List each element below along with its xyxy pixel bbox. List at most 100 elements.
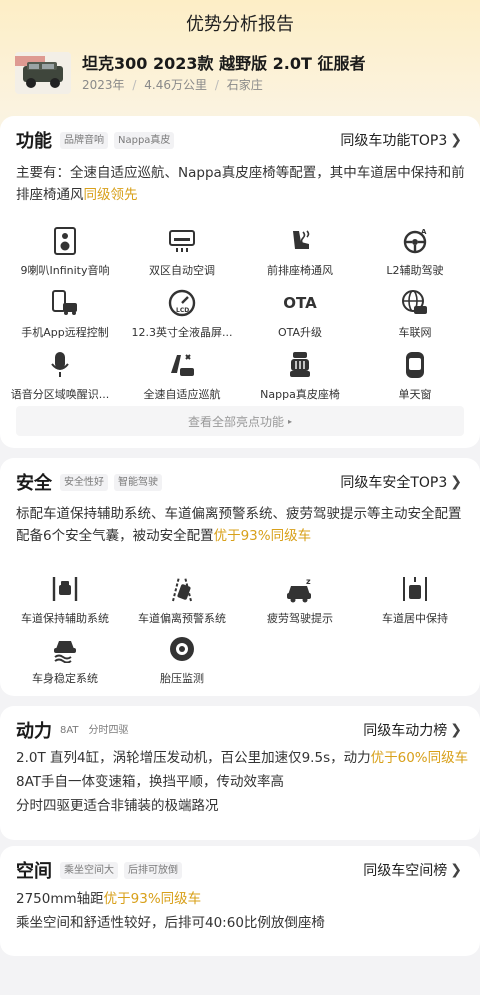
feature-item[interactable]: 全速自适应巡航 xyxy=(122,350,242,402)
power-line-text: 2.0T 直列4缸，涡轮增压发动机，百公里加速仅9.5s，动力 xyxy=(16,750,371,766)
feature-item[interactable]: 手机App远程控制 xyxy=(5,288,125,340)
lane-keep-icon xyxy=(50,574,80,604)
sunroof-icon xyxy=(400,350,430,380)
globe-car-icon xyxy=(400,288,430,318)
safety-rank-label: 同级车安全TOP3 xyxy=(340,475,448,491)
car-thumbnail[interactable] xyxy=(15,52,71,94)
function-rank-link[interactable]: 同级车功能TOP3 ❯ xyxy=(340,130,462,150)
svg-text:A: A xyxy=(421,228,427,236)
power-title: 动力 xyxy=(16,721,52,742)
car-year: 2023年 xyxy=(82,78,125,92)
safety-item[interactable]: z 疲劳驾驶提示 xyxy=(240,574,360,626)
leather-seat-icon xyxy=(285,350,315,380)
power-rank-label: 同级车动力榜 xyxy=(363,723,448,739)
feature-item[interactable]: 单天窗 xyxy=(355,350,475,402)
feature-label: OTA升级 xyxy=(277,326,323,339)
function-summary: 主要有：全速自适应巡航、Nappa真皮座椅等配置，其中车道居中保持和前排座椅通风… xyxy=(16,162,466,206)
power-rank-link[interactable]: 同级车动力榜 ❯ xyxy=(363,720,462,740)
safety-title: 安全 xyxy=(16,473,52,494)
phone-car-icon xyxy=(50,288,80,318)
feature-label: 9喇叭Infinity音响 xyxy=(20,264,110,277)
feature-label: 车联网 xyxy=(398,326,432,339)
function-tag: Nappa真皮 xyxy=(114,131,175,149)
power-line: 2.0T 直列4缸，涡轮增压发动机，百公里加速仅9.5s，动力优于60%同级车 xyxy=(16,746,468,770)
chevron-right-icon: ❯ xyxy=(450,862,462,878)
safety-label: 车道偏离预警系统 xyxy=(138,612,226,625)
safety-tag: 智能驾驶 xyxy=(114,473,162,491)
space-highlight: 优于93%同级车 xyxy=(103,891,202,907)
stability-icon xyxy=(50,634,80,664)
safety-card: 安全 安全性好 智能驾驶 同级车安全TOP3 ❯ 标配车道保持辅助系统、车道偏离… xyxy=(0,458,480,696)
space-card: 空间 乘坐空间大 后排可放倒 同级车空间榜 ❯ 2750mm轴距优于93%同级车… xyxy=(0,846,480,956)
safety-rank-link[interactable]: 同级车安全TOP3 ❯ xyxy=(340,472,462,492)
feature-item[interactable]: 9喇叭Infinity音响 xyxy=(5,226,125,278)
car-mileage: 4.46万公里 xyxy=(144,78,207,92)
function-title: 功能 xyxy=(16,131,52,152)
space-rank-label: 同级车空间榜 xyxy=(363,863,448,879)
fatigue-icon: z xyxy=(285,574,315,604)
space-header: 空间 乘坐空间大 后排可放倒 xyxy=(16,858,188,882)
feature-item[interactable]: 车联网 xyxy=(355,288,475,340)
feature-item[interactable]: OTA OTA升级 xyxy=(240,288,360,340)
safety-label: 疲劳驾驶提示 xyxy=(267,612,333,625)
function-summary-highlight: 同级领先 xyxy=(83,187,138,203)
car-name: 坦克300 2023款 越野版 2.0T 征服者 xyxy=(82,54,366,73)
space-tag: 后排可放倒 xyxy=(124,861,182,879)
space-line: 乘坐空间和舒适性较好，后排可40:60比例放倒座椅 xyxy=(16,915,325,931)
lane-center-icon xyxy=(400,574,430,604)
feature-label: 单天窗 xyxy=(398,388,432,401)
feature-label: Nappa真皮座椅 xyxy=(260,388,340,401)
safety-item[interactable]: 车道偏离预警系统 xyxy=(122,574,242,626)
safety-tag: 安全性好 xyxy=(60,473,108,491)
car-city: 石家庄 xyxy=(226,78,263,92)
power-details: 2.0T 直列4缸，涡轮增压发动机，百公里加速仅9.5s，动力优于60%同级车 … xyxy=(16,746,468,818)
safety-label: 车道保持辅助系统 xyxy=(21,612,109,625)
space-tag: 乘坐空间大 xyxy=(60,861,118,879)
power-tag: 分时四驱 xyxy=(88,724,129,736)
power-line: 分时四驱更适合非铺装的极端路况 xyxy=(16,798,219,814)
speaker-icon xyxy=(50,226,80,256)
feature-label: L2辅助驾驶 xyxy=(386,264,444,277)
ota-icon: OTA xyxy=(283,288,317,318)
page-title: 优势分析报告 xyxy=(186,14,294,35)
safety-item[interactable]: 胎压监测 xyxy=(122,634,242,686)
car-meta: 2023年 / 4.46万公里 / 石家庄 xyxy=(82,76,263,93)
meta-separator: / xyxy=(132,78,137,92)
chevron-right-icon: ❯ xyxy=(450,722,462,738)
lcd-gauge-icon: LCD xyxy=(167,288,197,318)
feature-item[interactable]: 语音分区域唤醒识... xyxy=(0,350,120,402)
safety-header: 安全 安全性好 智能驾驶 xyxy=(16,470,168,494)
space-rank-link[interactable]: 同级车空间榜 ❯ xyxy=(363,860,462,880)
safety-item[interactable]: 车道居中保持 xyxy=(355,574,475,626)
feature-item[interactable]: LCD 12.3英寸全液晶屏... xyxy=(122,288,242,340)
feature-label: 手机App远程控制 xyxy=(21,326,109,339)
safety-summary: 标配车道保持辅助系统、车道偏离预警系统、疲劳驾驶提示等主动安全配置配备6个安全气… xyxy=(16,503,466,547)
power-line: 8AT手自一体变速箱，换挡平顺，传动效率高 xyxy=(16,774,285,790)
function-tag: 品牌音响 xyxy=(60,131,108,149)
feature-item[interactable]: 双区自动空调 xyxy=(122,226,242,278)
power-header: 动力 8AT 分时四驱 xyxy=(16,718,139,742)
feature-item[interactable]: A L2辅助驾驶 xyxy=(355,226,475,278)
steering-wheel-icon: A xyxy=(400,226,430,256)
space-line-text: 2750mm轴距 xyxy=(16,891,104,907)
safety-label: 车道居中保持 xyxy=(382,612,448,625)
chevron-right-icon: ❯ xyxy=(450,474,462,490)
feature-item[interactable]: Nappa真皮座椅 xyxy=(240,350,360,402)
space-line: 2750mm轴距优于93%同级车 xyxy=(16,887,325,911)
function-card: 功能 品牌音响 Nappa真皮 同级车功能TOP3 ❯ 主要有：全速自适应巡航、… xyxy=(0,116,480,448)
seat-ventilation-icon xyxy=(285,226,315,256)
tire-pressure-icon xyxy=(167,634,197,664)
feature-label: 全速自适应巡航 xyxy=(143,388,221,401)
feature-item[interactable]: 前排座椅通风 xyxy=(240,226,360,278)
view-all-features-button[interactable]: 查看全部亮点功能 ▸ xyxy=(16,406,464,436)
safety-item[interactable]: 车身稳定系统 xyxy=(5,634,125,686)
air-conditioner-icon xyxy=(167,226,197,256)
safety-summary-highlight: 优于93%同级车 xyxy=(213,528,312,544)
meta-separator: / xyxy=(214,78,219,92)
safety-label: 胎压监测 xyxy=(160,672,204,685)
lane-departure-icon xyxy=(167,574,197,604)
ota-icon-text: OTA xyxy=(283,294,317,312)
safety-item[interactable]: 车道保持辅助系统 xyxy=(5,574,125,626)
power-tag: 8AT xyxy=(60,724,79,736)
space-title: 空间 xyxy=(16,861,52,882)
